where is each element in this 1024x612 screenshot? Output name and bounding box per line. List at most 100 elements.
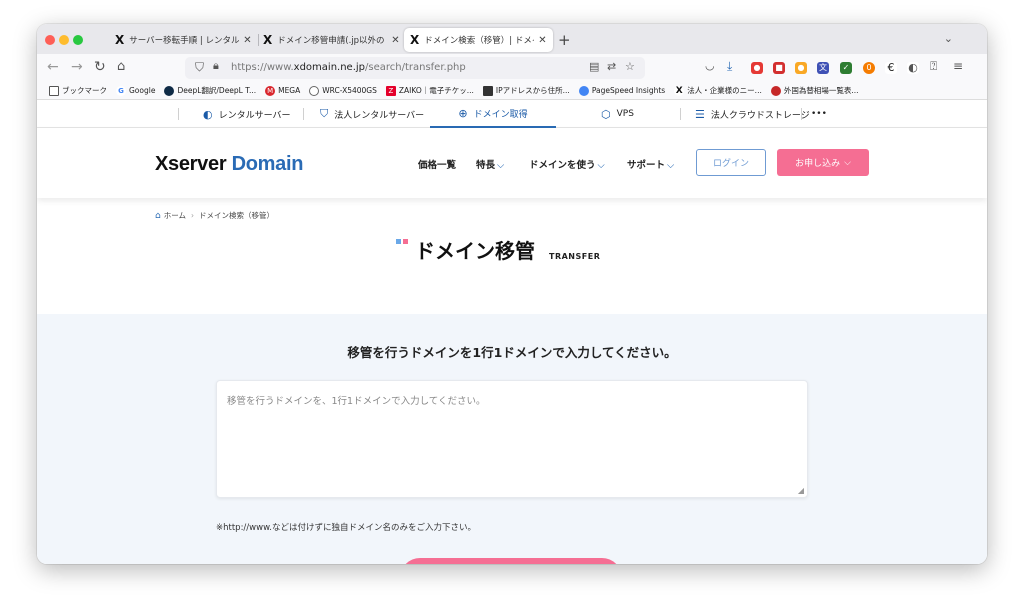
breadcrumb-home-link[interactable]: ホーム xyxy=(164,210,186,221)
service-nav-more[interactable]: ••• xyxy=(811,100,827,128)
navigation-toolbar: ← → ↻ ⌂ ⛉ 🔒︎ https://www.xdomain.ne.jp/s… xyxy=(37,54,987,82)
menu-price-list[interactable]: 価格一覧 xyxy=(418,157,456,171)
reader-view-icon[interactable]: ▤ xyxy=(589,60,599,73)
tab-server-migration[interactable]: X サーバー移転手順 | レンタルサー ✕ xyxy=(109,28,258,52)
page-title: ドメイン移管 TRANSFER xyxy=(395,235,600,264)
tab-domain-transfer-request[interactable]: X ドメイン移管申請(.jp以外のドメ ✕ xyxy=(257,28,406,52)
storage-icon: ☰ xyxy=(695,107,705,121)
bookmark-mega[interactable]: M MEGA xyxy=(265,85,300,96)
breadcrumb-current: ドメイン検索（移管） xyxy=(199,211,274,220)
resize-grip-icon[interactable]: ◢ xyxy=(798,486,804,495)
service-nav: ◐ レンタルサーバー ⛉ 法人レンタルサーバー ⊕ ドメイン取得 ⬡ VPS ☰… xyxy=(37,100,987,128)
lock-icon[interactable]: 🔒︎ xyxy=(213,59,219,73)
extension-check-icon[interactable]: ✓ xyxy=(840,62,852,74)
xserver-favicon-icon: X xyxy=(263,33,273,47)
close-tab-icon[interactable]: ✕ xyxy=(243,35,251,46)
pagespeed-icon xyxy=(578,85,589,96)
service-nav-domain[interactable]: ⊕ ドメイン取得 xyxy=(430,100,556,128)
ip-icon xyxy=(482,85,493,96)
search-submit-button[interactable] xyxy=(400,558,622,564)
bookmark-folder[interactable]: ブックマーク xyxy=(49,85,107,96)
deepl-icon xyxy=(164,85,175,96)
service-nav-rental-server[interactable]: ◐ レンタルサーバー xyxy=(203,100,291,128)
tracking-shield-icon[interactable]: ⛉ xyxy=(195,60,204,75)
bookmark-zaiko[interactable]: Z ZAIKO｜電子チケッ... xyxy=(385,85,474,96)
forward-arrow-icon[interactable]: → xyxy=(71,59,83,75)
zaiko-icon: Z xyxy=(385,85,396,96)
bookmark-star-icon[interactable]: ☆ xyxy=(625,60,635,73)
chevron-down-icon: ⌵ xyxy=(844,157,851,168)
xserver-domain-logo[interactable]: Xserver Domain xyxy=(155,153,303,176)
domain-list-textarea[interactable]: 移管を行うドメインを、1行1ドメインで入力してください。 ◢ xyxy=(216,380,808,498)
input-note: ※http://www.などは付けずに独自ドメイン名のみをご入力下さい。 xyxy=(216,523,476,533)
translate-icon[interactable]: ⇄ xyxy=(607,60,616,73)
login-button[interactable]: ログイン xyxy=(696,149,766,176)
tab-title: ドメイン移管申請(.jp以外のドメ xyxy=(277,36,387,46)
service-nav-vps[interactable]: ⬡ VPS xyxy=(601,100,634,128)
form-prompt: 移管を行うドメインを1行1ドメインで入力してください。 xyxy=(347,345,677,360)
extensions-puzzle-icon[interactable]: ⍰ xyxy=(930,59,937,74)
mega-icon: M xyxy=(265,85,276,96)
xserver-favicon-icon: X xyxy=(410,33,420,47)
service-nav-cloud-storage[interactable]: ☰ 法人クラウドストレージ xyxy=(695,100,810,128)
nav-divider xyxy=(178,108,179,120)
menu-features[interactable]: 特長 ⌵ xyxy=(476,157,504,171)
extension-translate-icon[interactable]: 文 xyxy=(817,62,829,74)
bookmark-ip-address[interactable]: IPアドレスから住所... xyxy=(482,85,570,96)
title-decoration-icon xyxy=(395,239,411,255)
bookmark-pagespeed[interactable]: PageSpeed Insights xyxy=(578,85,665,96)
menu-hamburger-icon[interactable]: ≡ xyxy=(953,59,963,73)
nav-divider xyxy=(303,108,304,120)
tab-domain-search-transfer[interactable]: X ドメイン検索（移管）| ドメイン ✕ xyxy=(404,28,553,52)
service-nav-corporate-server[interactable]: ⛉ 法人レンタルサーバー xyxy=(320,100,424,128)
menu-support[interactable]: サポート ⌵ xyxy=(627,157,674,171)
fx-icon xyxy=(770,85,781,96)
home-icon: ⌂ xyxy=(155,210,161,221)
url-text[interactable]: https://www.xdomain.ne.jp/search/transfe… xyxy=(231,62,466,73)
pocket-icon[interactable]: ◡ xyxy=(705,59,715,72)
bookmark-google[interactable]: G Google xyxy=(116,85,155,96)
transfer-form-section: 移管を行うドメインを1行1ドメインで入力してください。 移管を行うドメインを、1… xyxy=(37,314,987,564)
site-header: Xserver Domain 価格一覧 特長 ⌵ ドメインを使う ⌵ サポート ⌵ ロ… xyxy=(37,128,987,198)
list-tabs-chevron-icon[interactable]: ⌄ xyxy=(944,32,953,45)
extension-half-circle-icon[interactable]: ◐ xyxy=(907,62,919,74)
new-tab-icon[interactable]: + xyxy=(558,31,571,49)
apply-button[interactable]: お申し込み ⌵ xyxy=(777,149,869,176)
textarea-placeholder: 移管を行うドメインを、1行1ドメインで入力してください。 xyxy=(227,396,486,407)
browser-window: X サーバー移転手順 | レンタルサー ✕ X ドメイン移管申請(.jp以外のド… xyxy=(37,24,987,564)
globe-icon xyxy=(309,85,320,96)
page-title-sub: TRANSFER xyxy=(549,252,601,261)
reload-icon[interactable]: ↻ xyxy=(94,59,106,75)
close-tab-icon[interactable]: ✕ xyxy=(391,35,399,46)
chevron-down-icon: ⌵ xyxy=(597,160,605,171)
home-icon[interactable]: ⌂ xyxy=(117,59,125,74)
bookmark-corporate[interactable]: X 法人・企業様のニー... xyxy=(674,85,762,96)
bookmarks-toolbar: ブックマーク G Google DeepL翻訳/DeepL T... M MEG… xyxy=(37,82,987,100)
cube-icon: ⬡ xyxy=(601,107,611,121)
shield-icon: ⛉ xyxy=(320,107,329,120)
globe-icon: ⊕ xyxy=(458,106,468,120)
bookmark-wrc[interactable]: WRC-X5400GS xyxy=(309,85,377,96)
url-bar[interactable]: ⛉ 🔒︎ https://www.xdomain.ne.jp/search/tr… xyxy=(185,57,645,79)
page-content: ◐ レンタルサーバー ⛉ 法人レンタルサーバー ⊕ ドメイン取得 ⬡ VPS ☰… xyxy=(37,100,987,564)
x-icon: X xyxy=(674,85,685,96)
extension-red-icon[interactable]: ● xyxy=(751,62,763,74)
back-arrow-icon[interactable]: ← xyxy=(47,59,59,75)
extension-orange-icon[interactable]: 0 xyxy=(863,62,875,74)
bookmark-deepl[interactable]: DeepL翻訳/DeepL T... xyxy=(164,85,256,96)
tab-strip: X サーバー移転手順 | レンタルサー ✕ X ドメイン移管申請(.jp以外のド… xyxy=(37,24,987,54)
bookmark-fx-rates[interactable]: 外国為替相場一覧表... xyxy=(770,85,859,96)
close-tab-icon[interactable]: ✕ xyxy=(538,35,546,46)
server-icon: ◐ xyxy=(203,107,213,121)
minimize-window-button[interactable] xyxy=(59,35,69,45)
zoom-window-button[interactable] xyxy=(73,35,83,45)
extension-flag-icon[interactable]: ■ xyxy=(773,62,785,74)
tab-title: ドメイン検索（移管）| ドメイン xyxy=(424,36,534,46)
more-icon: ••• xyxy=(811,109,827,119)
extension-yellow-icon[interactable]: ● xyxy=(795,62,807,74)
menu-use-domain[interactable]: ドメインを使う ⌵ xyxy=(529,157,605,171)
tab-title: サーバー移転手順 | レンタルサー xyxy=(129,36,240,46)
close-window-button[interactable] xyxy=(45,35,55,45)
download-icon[interactable]: ⤓ xyxy=(727,59,732,74)
extension-e-icon[interactable]: € xyxy=(885,62,897,74)
